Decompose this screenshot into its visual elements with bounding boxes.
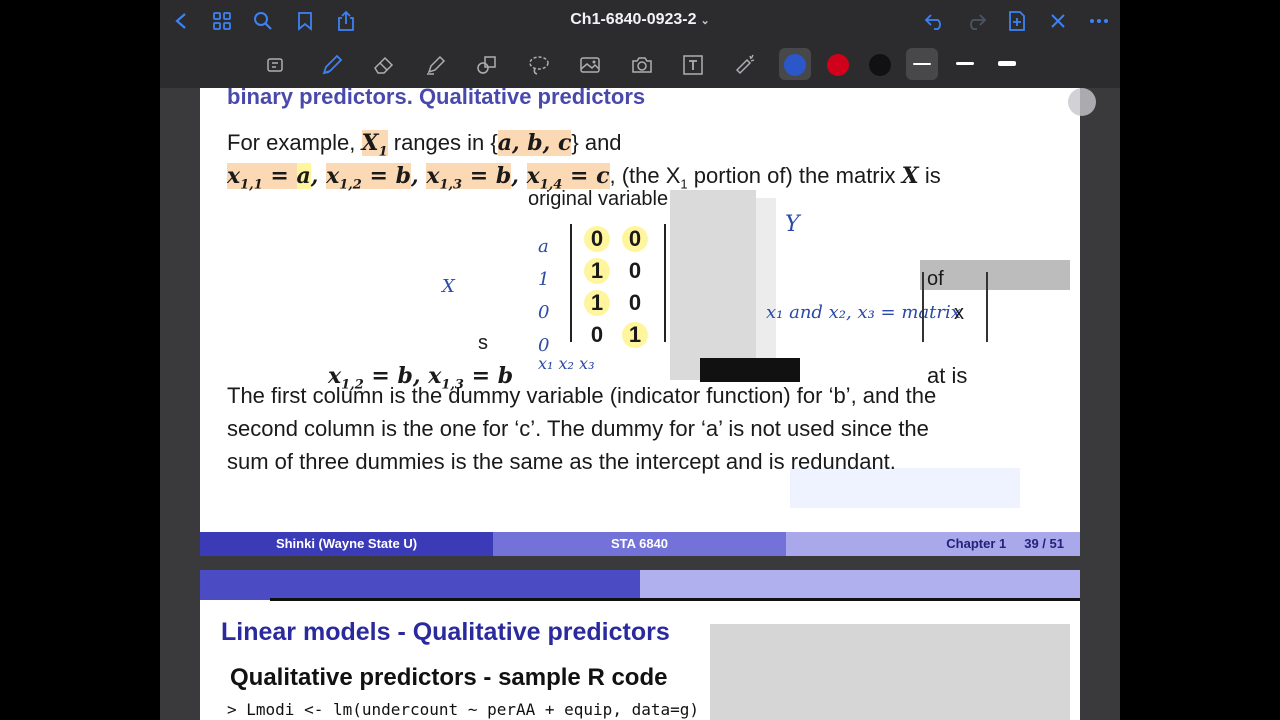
chevron-down-icon: ⌄ — [700, 15, 710, 27]
search-icon[interactable] — [250, 8, 276, 34]
text-icon[interactable] — [679, 51, 707, 79]
highlighter-icon[interactable] — [422, 51, 450, 79]
ghost-tail2: is — [951, 363, 968, 388]
scroll-handle[interactable] — [1068, 88, 1096, 116]
explanation-paragraph: The first column is the dummy variable (… — [227, 379, 936, 478]
var-x1: X1 — [361, 130, 388, 160]
slide-header-fragment: binary predictors. Qualitative predictor… — [227, 88, 646, 109]
paragraph-line: second column is the one for ‘c’. The du… — [227, 416, 929, 441]
and-text: } and — [571, 130, 622, 155]
x-assignment-term: x1,1 = a — [227, 163, 311, 193]
eraser-icon[interactable] — [370, 51, 398, 79]
pen-icon[interactable] — [318, 51, 346, 79]
footer-chapter-page: Chapter 1 39 / 51 — [786, 532, 1080, 556]
slide-footer: Shinki (Wayne State U) STA 6840 Chapter … — [200, 532, 1080, 556]
slide-subtitle: Qualitative predictors - sample R code — [230, 664, 668, 691]
stroke-medium-button[interactable] — [949, 48, 981, 80]
slide-page-39: binary predictors. Qualitative predictor… — [200, 88, 1080, 556]
original-variable-label: original variable — [528, 188, 669, 210]
slide-title: Linear models - Qualitative predictors — [221, 618, 670, 646]
document-title: Ch1-6840-0923-2 — [570, 11, 697, 28]
matrix-cell: 0 — [622, 226, 648, 252]
is-text: is — [918, 163, 941, 188]
matrix-x-label: x — [954, 302, 964, 324]
matrix-cell: 0 — [628, 258, 642, 283]
color-swatch-blue[interactable] — [784, 54, 806, 76]
handwritten-left-column: a 1 0 0 — [538, 236, 550, 356]
footer-course: STA 6840 — [493, 532, 786, 556]
lasso-shapes-icon[interactable] — [262, 51, 290, 79]
close-icon[interactable] — [1045, 8, 1071, 34]
header-progress-remaining — [640, 570, 1080, 600]
ranges-text: ranges in { — [387, 130, 498, 155]
handwritten-y: Y — [785, 212, 800, 237]
x-assignment-term: x1,3 = b — [426, 163, 512, 193]
slide-progress-header — [200, 570, 1080, 600]
x-assignment-term: x1,2 = b — [326, 163, 412, 193]
grid-icon[interactable] — [209, 8, 235, 34]
color-swatch-red[interactable] — [827, 54, 849, 76]
portion-text-b: portion of) the matrix — [687, 163, 902, 188]
shapes-icon[interactable] — [473, 51, 501, 79]
matrix-var: X — [901, 163, 919, 189]
undo-icon[interactable] — [922, 8, 948, 34]
footer-page: 39 / 51 — [1024, 536, 1064, 551]
add-page-icon[interactable] — [1004, 8, 1030, 34]
bookmark-icon[interactable] — [292, 8, 318, 34]
matrix-cell: 0 — [628, 290, 642, 315]
footer-chapter: Chapter 1 — [946, 536, 1007, 551]
image-icon[interactable] — [576, 51, 604, 79]
dummy-matrix: 00101001 — [570, 224, 666, 348]
top-navigation-bar: Ch1-6840-0923-2 ⌄ — [160, 0, 1120, 42]
camera-icon[interactable] — [628, 51, 656, 79]
matrix-cell: 1 — [584, 258, 610, 284]
handwritten-x: X — [442, 276, 455, 297]
matrix-cell: 1 — [584, 290, 610, 316]
lasso-icon[interactable] — [525, 51, 553, 79]
paragraph-line: The first column is the dummy variable (… — [227, 383, 937, 408]
more-icon[interactable] — [1086, 8, 1112, 34]
share-icon[interactable] — [333, 8, 359, 34]
back-icon[interactable] — [168, 8, 194, 34]
stroke-thin-button[interactable] — [906, 48, 938, 80]
occlusion-block — [670, 190, 756, 380]
value-set: a, b, c — [497, 130, 572, 156]
matrix-cell: 0 — [590, 322, 604, 347]
portion-text-a: , (the X — [609, 163, 681, 188]
stroke-thick-line — [998, 61, 1016, 66]
stroke-thin-line — [913, 63, 931, 65]
example-text: For example, — [227, 130, 362, 155]
matrix-cell: 0 — [584, 226, 610, 252]
slide-page-40: Linear models - Qualitative predictors Q… — [200, 570, 1080, 720]
stroke-thick-button[interactable] — [991, 48, 1023, 80]
x-assignment-term: x1,4 = c — [526, 163, 610, 193]
redo-icon[interactable] — [963, 8, 989, 34]
x-assignments: x1,1 = a, x1,2 = b, x1,3 = b, x1,4 = c — [227, 163, 610, 193]
header-rule — [270, 598, 1080, 601]
footer-author: Shinki (Wayne State U) — [200, 532, 493, 556]
notes-app-window: Ch1-6840-0923-2 ⌄ binary predictors. Qua… — [160, 0, 1120, 720]
handwritten-bottom-x: x₁ x₂ x₃ — [538, 354, 595, 373]
occlusion-block — [710, 624, 1070, 720]
header-progress-filled — [200, 570, 640, 600]
example-line-1: For example, X1 ranges in {a, b, c} and — [227, 130, 622, 159]
stroke-medium-line — [956, 62, 974, 65]
annotation-toolbar — [160, 42, 1120, 88]
occlusion-block — [756, 198, 776, 378]
s-label: s — [478, 332, 488, 354]
laser-pointer-icon[interactable] — [731, 51, 759, 79]
color-swatch-black[interactable] — [869, 54, 891, 76]
matrix-cell: 1 — [622, 322, 648, 348]
r-code-line: > Lmodi <- lm(undercount ~ perAA + equip… — [227, 700, 700, 719]
paragraph-line: sum of three dummies is the same as the … — [227, 449, 896, 474]
document-title-menu[interactable]: Ch1-6840-0923-2 ⌄ — [500, 11, 780, 29]
